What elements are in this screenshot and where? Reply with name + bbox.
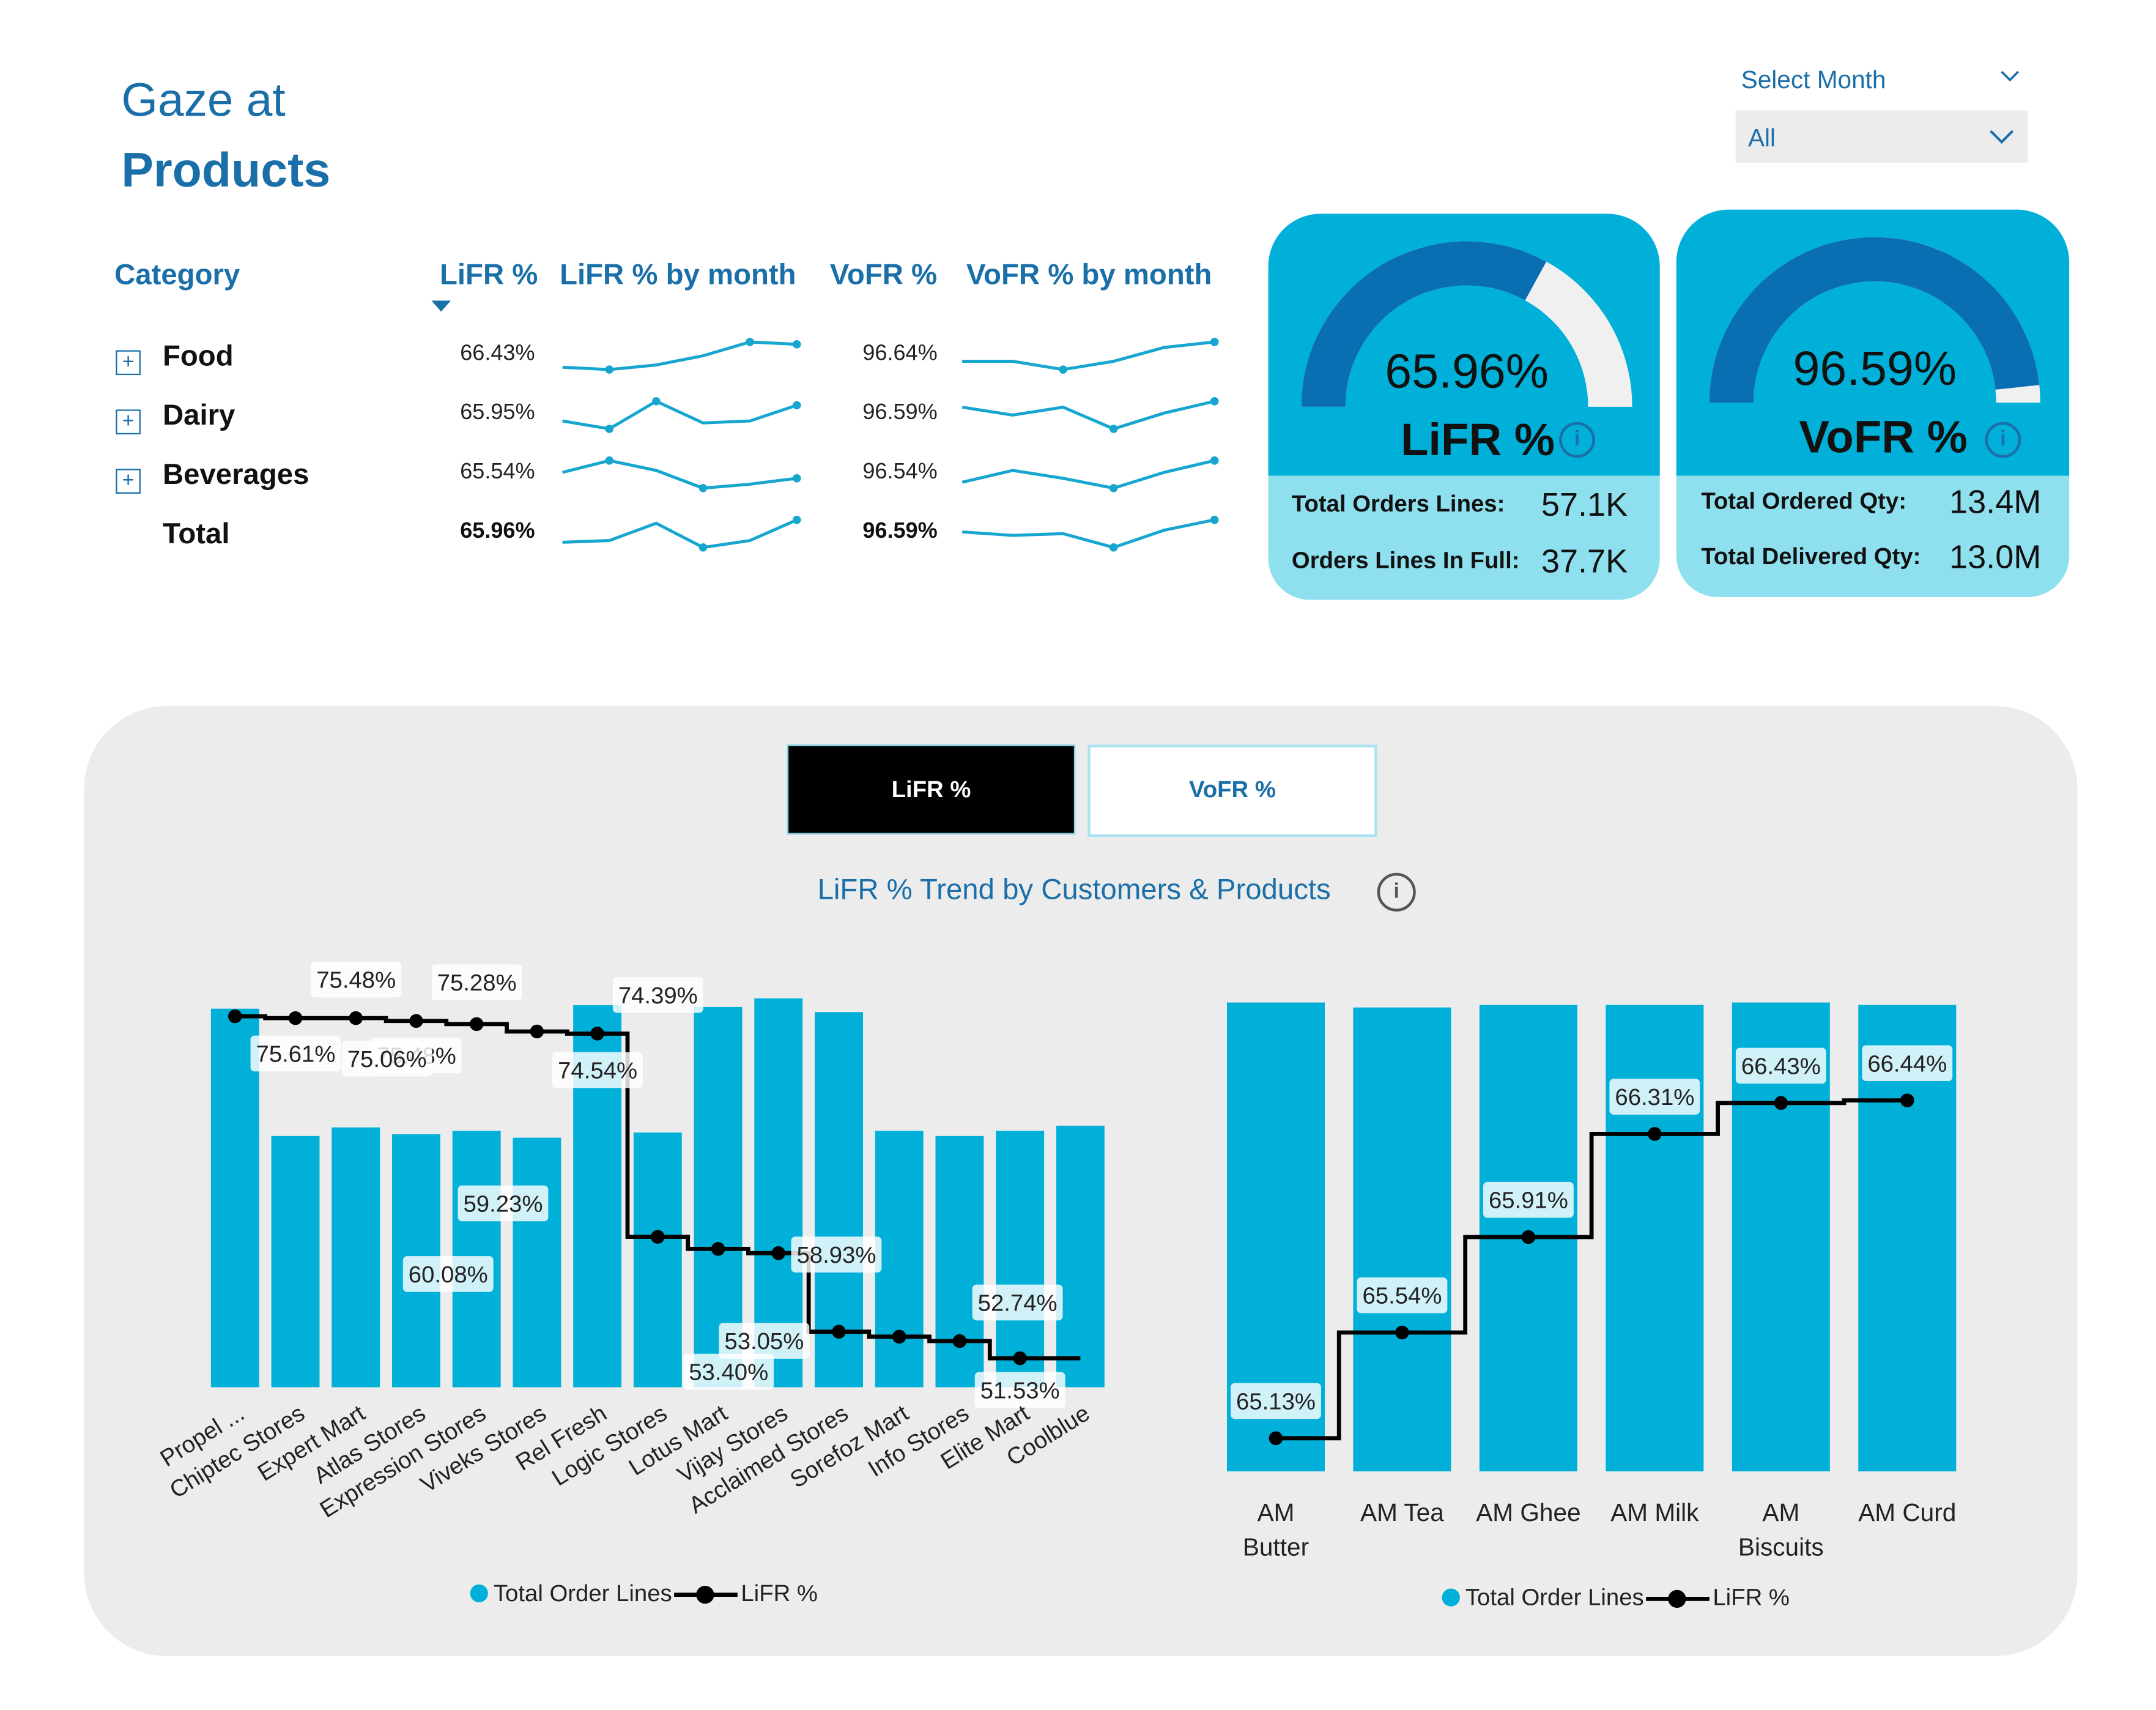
x-axis-label: AM — [1762, 1498, 1799, 1526]
bar — [1606, 1005, 1704, 1471]
data-label: 65.91% — [1489, 1188, 1568, 1214]
lifr-point — [1269, 1431, 1283, 1446]
data-label: 66.31% — [1615, 1084, 1694, 1110]
legend-item-bars: Total Order Lines — [493, 1580, 672, 1607]
products-chart-legend: Total Order Lines LiFR % — [1442, 1585, 1790, 1612]
lifr-point — [1395, 1325, 1409, 1340]
data-label: 65.54% — [1362, 1283, 1442, 1309]
lifr-point — [1521, 1230, 1536, 1244]
x-axis-label: Butter — [1243, 1533, 1309, 1561]
data-label: 65.13% — [1236, 1388, 1316, 1414]
x-axis-label: AM — [1258, 1498, 1295, 1526]
bar — [1353, 1007, 1451, 1471]
legend-line-swatch — [1647, 1589, 1710, 1608]
x-axis-label: AM Curd — [1858, 1498, 1956, 1526]
data-label: 66.44% — [1867, 1050, 1947, 1077]
lifr-point — [1900, 1093, 1914, 1107]
products-chart: 65.13% 65.54% 65.91% 66.31% 66.43% 66.44% AM Bu… — [1226, 1002, 1956, 1561]
dashboard: Gaze at Products Select Month All Catego… — [0, 0, 2156, 1710]
legend-item-bars: Total Order Lines — [1465, 1584, 1644, 1611]
customers-chart-legend: Total Order Lines LiFR % — [470, 1580, 818, 1608]
x-axis-label: AM Milk — [1610, 1498, 1699, 1526]
legend-line-swatch — [675, 1585, 738, 1604]
x-axis-label: AM Ghee — [1476, 1498, 1580, 1526]
data-label: 66.43% — [1741, 1053, 1821, 1079]
x-axis-label: Biscuits — [1738, 1533, 1824, 1561]
legend-bar-swatch — [470, 1584, 488, 1603]
x-axis-label: AM Tea — [1360, 1498, 1444, 1526]
lifr-point — [1774, 1096, 1788, 1110]
legend-bar-swatch — [1442, 1588, 1460, 1607]
legend-item-line: LiFR % — [741, 1580, 818, 1607]
legend-item-line: LiFR % — [1713, 1584, 1790, 1611]
lifr-point — [1648, 1127, 1662, 1141]
